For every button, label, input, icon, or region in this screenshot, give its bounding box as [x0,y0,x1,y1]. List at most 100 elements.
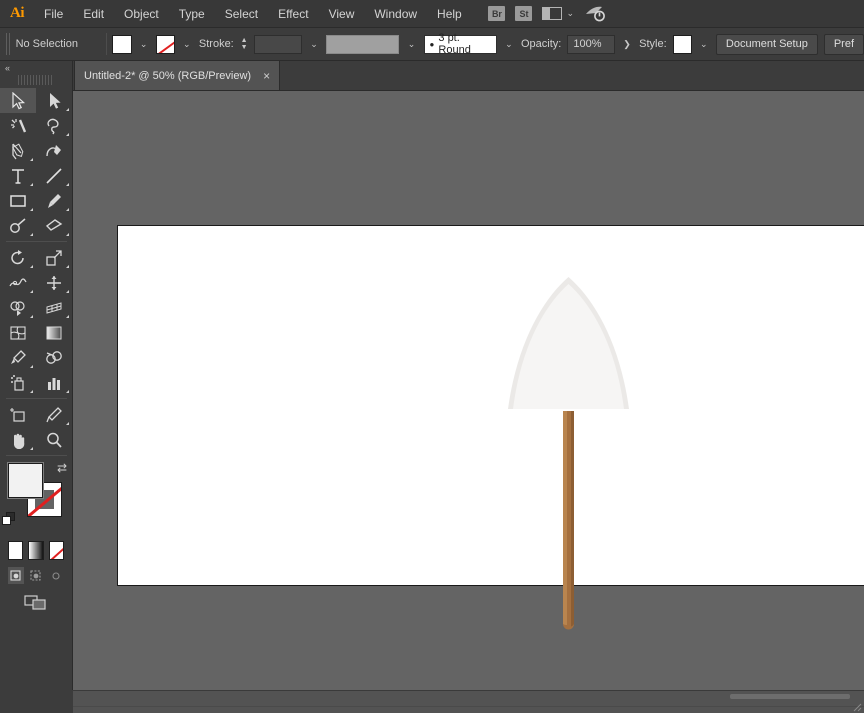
fill-swatch[interactable] [112,34,132,54]
menu-item-view[interactable]: View [319,0,365,28]
type-tool[interactable] [0,163,36,188]
tool-group-divider [6,241,67,242]
stock-icon[interactable]: St [515,6,533,21]
draw-normal-icon[interactable] [8,567,24,584]
stroke-weight-stepper[interactable]: ▲ ▼ [240,37,249,51]
close-icon[interactable]: × [263,70,270,82]
artwork-shovel[interactable] [73,91,864,690]
pen-tool[interactable] [0,138,36,163]
draw-inside-icon[interactable] [48,567,64,584]
line-segment-tool[interactable] [36,163,72,188]
width-tool[interactable] [0,270,36,295]
tools-grid [0,88,73,452]
brush-definition-dropdown-icon[interactable]: ⌄ [502,34,515,54]
app-logo-icon: Ai [10,5,25,21]
brush-bullet-icon: ● [429,39,435,49]
fill-color-swatch[interactable] [8,463,43,498]
chevron-down-icon: ⌄ [566,8,574,18]
stroke-weight-dropdown-icon[interactable]: ⌄ [307,34,321,54]
fill-dropdown-icon[interactable]: ⌄ [137,34,150,54]
stroke-profile-dropdown-icon[interactable]: ⌄ [405,34,418,54]
workspace-switcher[interactable]: ⌄ [542,7,574,20]
stroke-dropdown-icon[interactable]: ⌄ [180,34,193,54]
opacity-field[interactable]: 100% [567,34,616,54]
rotate-tool[interactable] [0,245,36,270]
hand-tool[interactable] [0,427,36,452]
tool-group-divider [6,398,67,399]
brush-definition-label: 3 pt. Round [438,32,471,56]
document-tab-bar: Untitled-2* @ 50% (RGB/Preview) × [0,61,864,91]
resize-grip-icon[interactable] [850,700,862,712]
blend-tool[interactable] [36,345,72,370]
free-transform-tool[interactable] [36,270,72,295]
opacity-options-icon[interactable]: ❯ [621,34,634,54]
tools-panel-footer [0,690,73,713]
selection-tool[interactable] [0,88,36,113]
document-tab-title: Untitled-2* @ 50% (RGB/Preview) [84,69,252,82]
drawing-mode-buttons [0,560,72,584]
menu-item-window[interactable]: Window [364,0,427,28]
rectangle-tool[interactable] [0,188,36,213]
tools-panel-grip[interactable] [18,75,54,85]
opacity-label: Opacity: [521,38,562,50]
fill-stroke-indicator: ⇄ [0,459,73,537]
direct-selection-tool[interactable] [36,88,72,113]
shape-builder-tool[interactable] [0,295,36,320]
mesh-tool[interactable] [0,320,36,345]
default-fill-stroke-icon[interactable] [2,512,17,527]
draw-behind-icon[interactable] [28,567,44,584]
eraser-tool[interactable] [36,213,72,238]
search-help-icon[interactable] [584,5,606,23]
style-label: Style: [639,38,667,50]
symbol-sprayer-tool[interactable] [0,370,36,395]
gradient-button[interactable] [28,541,44,560]
magic-wand-tool[interactable] [0,113,36,138]
paintbrush-tool[interactable] [36,188,72,213]
scale-tool[interactable] [36,245,72,270]
menu-item-file[interactable]: File [34,0,73,28]
status-bar [73,690,864,713]
canvas-area[interactable] [73,91,864,690]
curvature-tool[interactable] [36,138,72,163]
preferences-button[interactable]: Pref [823,33,864,55]
menu-item-object[interactable]: Object [114,0,169,28]
screen-mode-button[interactable] [0,584,72,611]
zoom-tool[interactable] [36,427,72,452]
control-bar-grip[interactable] [6,33,10,55]
stroke-profile-field[interactable] [326,34,400,54]
menu-bar: Ai File Edit Object Type Select Effect V… [0,0,864,28]
tools-panel: « ⇄ [0,61,73,713]
selection-status-label: No Selection [15,38,78,50]
eyedropper-tool[interactable] [0,345,36,370]
menu-item-type[interactable]: Type [169,0,215,28]
perspective-grid-tool[interactable] [36,295,72,320]
shaper-tool[interactable] [0,213,36,238]
tool-group-divider [6,455,67,456]
color-button[interactable] [8,541,24,560]
document-tab[interactable]: Untitled-2* @ 50% (RGB/Preview) × [74,61,281,90]
illustrator-window: Ai File Edit Object Type Select Effect V… [0,0,864,713]
horizontal-scrollbar[interactable] [730,694,850,699]
menu-item-help[interactable]: Help [427,0,472,28]
gradient-tool[interactable] [36,320,72,345]
slice-tool[interactable] [36,402,72,427]
workspace-switcher-icon [542,7,563,20]
document-setup-button[interactable]: Document Setup [715,33,818,55]
style-swatch[interactable] [672,34,692,54]
status-bar-divider [73,706,864,707]
control-bar: No Selection ⌄ ⌄ Stroke: ▲ ▼ ⌄ ⌄ ● 3 pt. … [0,28,864,61]
swap-fill-stroke-icon[interactable]: ⇄ [57,461,67,475]
none-button[interactable] [48,541,64,560]
menu-item-edit[interactable]: Edit [73,0,114,28]
stroke-weight-field[interactable] [254,34,302,54]
collapse-panel-icon[interactable]: « [0,61,72,75]
stroke-swatch[interactable] [155,34,175,54]
style-dropdown-icon[interactable]: ⌄ [697,34,710,54]
lasso-tool[interactable] [36,113,72,138]
bridge-icon[interactable]: Br [488,6,506,21]
column-graph-tool[interactable] [36,370,72,395]
brush-definition-field[interactable]: ● 3 pt. Round [423,32,497,56]
menu-item-select[interactable]: Select [215,0,268,28]
menu-item-effect[interactable]: Effect [268,0,318,28]
artboard-tool[interactable] [0,402,36,427]
